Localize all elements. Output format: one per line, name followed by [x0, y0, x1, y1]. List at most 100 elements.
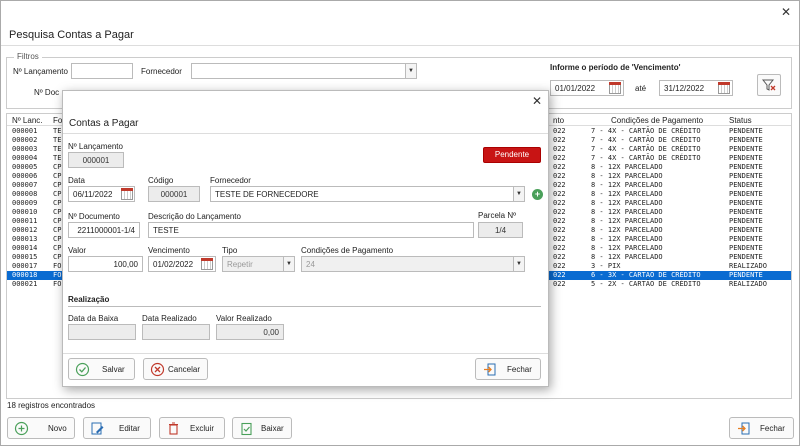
fechar-label: Fechar [760, 424, 785, 433]
date-to-value: 31/12/2022 [664, 84, 705, 93]
cell-condicoes: 7 - 4X - CARTÃO DE CRÉDITO [591, 127, 701, 135]
cell-vencimento: 022 [553, 190, 566, 198]
cell-vencimento: 022 [553, 154, 566, 162]
cell-status: PENDENTE [729, 271, 763, 279]
baixar-button[interactable]: Baixar [232, 417, 292, 439]
cell-condicoes: 8 - 12X PARCELADO [591, 208, 663, 216]
excluir-button[interactable]: Excluir [159, 417, 225, 439]
cell-lanc: 000007 [12, 181, 38, 189]
col-lanc[interactable]: Nº Lanc. [12, 116, 43, 125]
lancamento-field: 000001 [68, 152, 124, 168]
chevron-down-icon[interactable]: ▼ [513, 187, 524, 201]
fornecedor-select[interactable]: TESTE DE FORNECEDORE ▼ [210, 186, 525, 202]
dialog-fechar-button[interactable]: Fechar [475, 358, 541, 380]
dialog-close-icon[interactable]: ✕ [532, 94, 542, 108]
cell-condicoes: 5 - 2X - CARTÃO DE CRÉDITO [591, 280, 701, 288]
cell-fornecedor: CP [53, 163, 62, 171]
cell-lanc: 000013 [12, 235, 38, 243]
descricao-label: Descrição do Lançamento [148, 212, 241, 221]
records-count: 18 registros encontrados [7, 401, 96, 410]
cell-lanc: 000002 [12, 136, 38, 144]
novo-label: Novo [48, 424, 67, 433]
window-close-icon[interactable]: ✕ [781, 5, 791, 19]
cell-condicoes: 7 - 4X - CARTÃO DE CRÉDITO [591, 136, 701, 144]
calendar-icon[interactable] [200, 257, 214, 271]
cell-status: PENDENTE [729, 235, 763, 243]
col-fornecedor[interactable]: Fo [53, 116, 62, 125]
descricao-input[interactable]: TESTE [148, 222, 474, 238]
cell-vencimento: 022 [553, 271, 566, 279]
cell-vencimento: 022 [553, 217, 566, 225]
cell-fornecedor: TE [53, 136, 62, 144]
cell-status: PENDENTE [729, 244, 763, 252]
col-vencimento[interactable]: nto [553, 116, 564, 125]
cell-lanc: 000009 [12, 199, 38, 207]
fornecedor-value: TESTE DE FORNECEDORE [215, 190, 319, 199]
filter-documento-label: Nº Doc [34, 88, 60, 97]
valor-realizado-label: Valor Realizado [216, 314, 272, 323]
cell-condicoes: 7 - 4X - CARTÃO DE CRÉDITO [591, 145, 701, 153]
cell-status: PENDENTE [729, 145, 763, 153]
add-icon [14, 421, 29, 436]
realizacao-divider [68, 306, 541, 307]
vencimento-value: 01/02/2022 [153, 260, 194, 269]
cell-lanc: 000021 [12, 280, 38, 288]
period-title: Informe o período de 'Vencimento' [550, 63, 681, 72]
valor-input[interactable]: 100,00 [68, 256, 143, 272]
ate-label: até [635, 84, 647, 93]
calendar-icon[interactable] [717, 81, 731, 95]
cell-vencimento: 022 [553, 262, 566, 270]
cell-status: PENDENTE [729, 172, 763, 180]
chevron-down-icon[interactable]: ▼ [513, 257, 524, 271]
cell-fornecedor: TE [53, 127, 62, 135]
cell-status: PENDENTE [729, 226, 763, 234]
chevron-down-icon[interactable]: ▼ [283, 257, 294, 271]
chevron-down-icon[interactable]: ▼ [405, 64, 416, 78]
condicoes-select[interactable]: 24 ▼ [301, 256, 525, 272]
condicoes-label: Condições de Pagamento [301, 246, 394, 255]
fechar-button[interactable]: Fechar [729, 417, 794, 439]
edit-icon [91, 422, 104, 435]
search-window: ✕ Pesquisa Contas a Pagar Filtros Nº Lan… [0, 0, 800, 446]
cell-lanc: 000005 [12, 163, 38, 171]
cell-vencimento: 022 [553, 163, 566, 171]
check-circle-icon [75, 362, 90, 377]
cell-vencimento: 022 [553, 244, 566, 252]
clear-filter-button[interactable] [757, 74, 781, 96]
add-fornecedor-icon[interactable]: + [532, 189, 543, 200]
cell-vencimento: 022 [553, 181, 566, 189]
baixar-label: Baixar [261, 424, 284, 433]
cancel-circle-icon [150, 362, 165, 377]
tipo-select[interactable]: Repetir ▼ [222, 256, 295, 272]
dialog-footer-divider [63, 353, 548, 354]
cell-condicoes: 8 - 12X PARCELADO [591, 244, 663, 252]
calendar-icon[interactable] [608, 81, 622, 95]
cell-fornecedor: CP [53, 208, 62, 216]
cancelar-button[interactable]: Cancelar [143, 358, 208, 380]
data-baixa-label: Data da Baixa [68, 314, 119, 323]
parcela-label: Parcela Nº [478, 211, 517, 220]
col-status[interactable]: Status [729, 116, 752, 125]
cell-fornecedor: CP [53, 244, 62, 252]
data-realizado-label: Data Realizado [142, 314, 197, 323]
cell-vencimento: 022 [553, 136, 566, 144]
cell-fornecedor: TE [53, 145, 62, 153]
salvar-button[interactable]: Salvar [68, 358, 135, 380]
cell-condicoes: 8 - 12X PARCELADO [591, 253, 663, 261]
filter-lancamento-input[interactable] [71, 63, 133, 79]
calendar-icon[interactable] [120, 187, 134, 201]
cell-condicoes: 6 - 3X - CARTÃO DE CRÉDITO [591, 271, 701, 279]
valor-realizado-field: 0,00 [216, 324, 284, 340]
cell-lanc: 000011 [12, 217, 38, 225]
filter-fornecedor-select[interactable]: ▼ [191, 63, 417, 79]
cell-fornecedor: CP [53, 190, 62, 198]
status-pending-button[interactable]: Pendente [483, 147, 541, 163]
cell-condicoes: 8 - 12X PARCELADO [591, 163, 663, 171]
cell-status: PENDENTE [729, 181, 763, 189]
col-condicoes[interactable]: Condições de Pagamento [611, 116, 703, 125]
cell-fornecedor: CP [53, 226, 62, 234]
editar-button[interactable]: Editar [83, 417, 151, 439]
cell-lanc: 000017 [12, 262, 38, 270]
documento-input[interactable]: 2211000001-1/4 [68, 222, 140, 238]
novo-button[interactable]: Novo [7, 417, 75, 439]
